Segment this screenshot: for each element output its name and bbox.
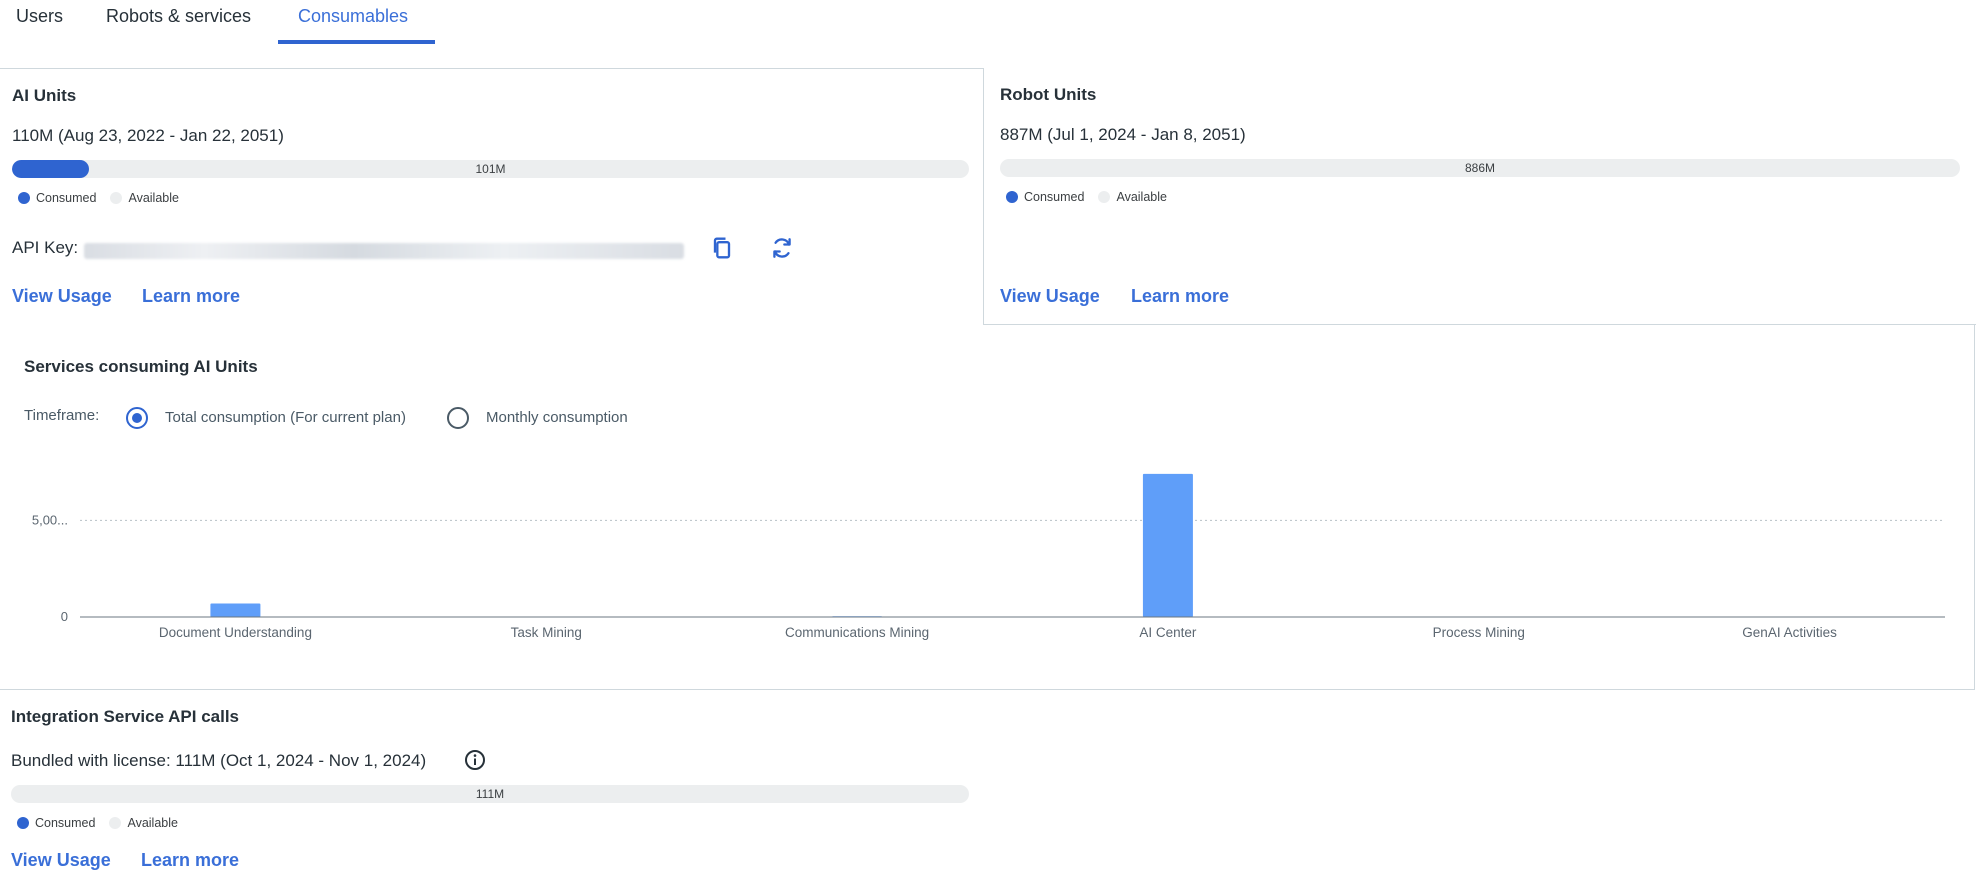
robot-units-legend: Consumed Available	[1006, 190, 1167, 204]
consumed-dot-icon	[17, 817, 29, 829]
radio-monthly-consumption-label[interactable]: Monthly consumption	[486, 409, 628, 426]
radio-total-consumption-label[interactable]: Total consumption (For current plan)	[165, 409, 406, 426]
timeframe-label: Timeframe:	[24, 407, 100, 424]
tab-robots-services[interactable]: Robots & services	[106, 6, 251, 27]
services-title: Services consuming AI Units	[24, 357, 258, 376]
api-key-label: API Key:	[12, 238, 79, 257]
consumed-dot-icon	[1006, 191, 1018, 203]
x-category-label: Process Mining	[1433, 625, 1525, 640]
radio-monthly-consumption[interactable]	[447, 407, 469, 429]
ai-units-progress-bar: 101M	[12, 160, 969, 178]
legend-available-label: Available	[128, 191, 179, 205]
robot-units-bar-label: 886M	[1464, 161, 1496, 175]
robot-units-title: Robot Units	[1000, 85, 1097, 104]
radio-total-consumption[interactable]	[126, 407, 148, 429]
integration-title: Integration Service API calls	[11, 707, 240, 726]
integration-subtitle: Bundled with license: 111M (Oct 1, 2024 …	[11, 751, 427, 770]
legend-available-label: Available	[1116, 190, 1167, 204]
ai-units-subtitle: 110M (Aug 23, 2022 - Jan 22, 2051)	[12, 126, 284, 145]
ai-units-legend: Consumed Available	[18, 191, 179, 205]
integration-view-usage-link[interactable]: View Usage	[11, 850, 111, 871]
services-bar-chart: 0 5,00... Document Understanding Task Minin…	[32, 473, 1945, 640]
integration-learn-more-link[interactable]: Learn more	[141, 850, 239, 871]
robot-units-learn-more-link[interactable]: Learn more	[1131, 286, 1229, 307]
consumed-dot-icon	[18, 192, 30, 204]
x-category-label: Communications Mining	[785, 625, 929, 640]
ai-units-view-usage-link[interactable]: View Usage	[12, 286, 112, 307]
integration-legend: Consumed Available	[17, 816, 178, 830]
y-tick-label: 0	[61, 609, 68, 624]
x-category-label: GenAI Activities	[1742, 625, 1837, 640]
copy-icon[interactable]	[708, 234, 736, 262]
legend-consumed-label: Consumed	[36, 191, 97, 205]
chart-bar[interactable]	[210, 603, 261, 617]
refresh-icon[interactable]	[768, 234, 796, 262]
robot-units-progress-bar: 886M	[1000, 159, 1960, 177]
info-icon[interactable]	[463, 748, 487, 772]
tab-consumables[interactable]: Consumables	[298, 6, 408, 27]
x-category-label: AI Center	[1139, 625, 1197, 640]
robot-units-view-usage-link[interactable]: View Usage	[1000, 286, 1100, 307]
legend-consumed-label: Consumed	[1024, 190, 1085, 204]
integration-progress-bar: 111M	[11, 785, 969, 803]
ai-units-learn-more-link[interactable]: Learn more	[142, 286, 240, 307]
available-dot-icon	[109, 817, 122, 829]
x-category-label: Document Understanding	[159, 625, 312, 640]
tab-users[interactable]: Users	[16, 6, 63, 27]
chart-bar[interactable]	[1142, 473, 1193, 617]
integration-bar-label: 111M	[475, 787, 505, 801]
available-dot-icon	[110, 192, 123, 204]
legend-consumed-label: Consumed	[35, 816, 96, 830]
y-tick-label: 5,00...	[32, 512, 68, 527]
available-dot-icon	[1098, 191, 1111, 203]
x-category-label: Task Mining	[511, 625, 582, 640]
legend-available-label: Available	[127, 816, 178, 830]
api-key-value-masked	[84, 243, 684, 259]
robot-units-subtitle: 887M (Jul 1, 2024 - Jan 8, 2051)	[1000, 125, 1246, 144]
ai-units-title: AI Units	[12, 86, 77, 105]
ai-units-bar-label: 101M	[475, 162, 506, 176]
active-tab-indicator	[278, 40, 435, 44]
